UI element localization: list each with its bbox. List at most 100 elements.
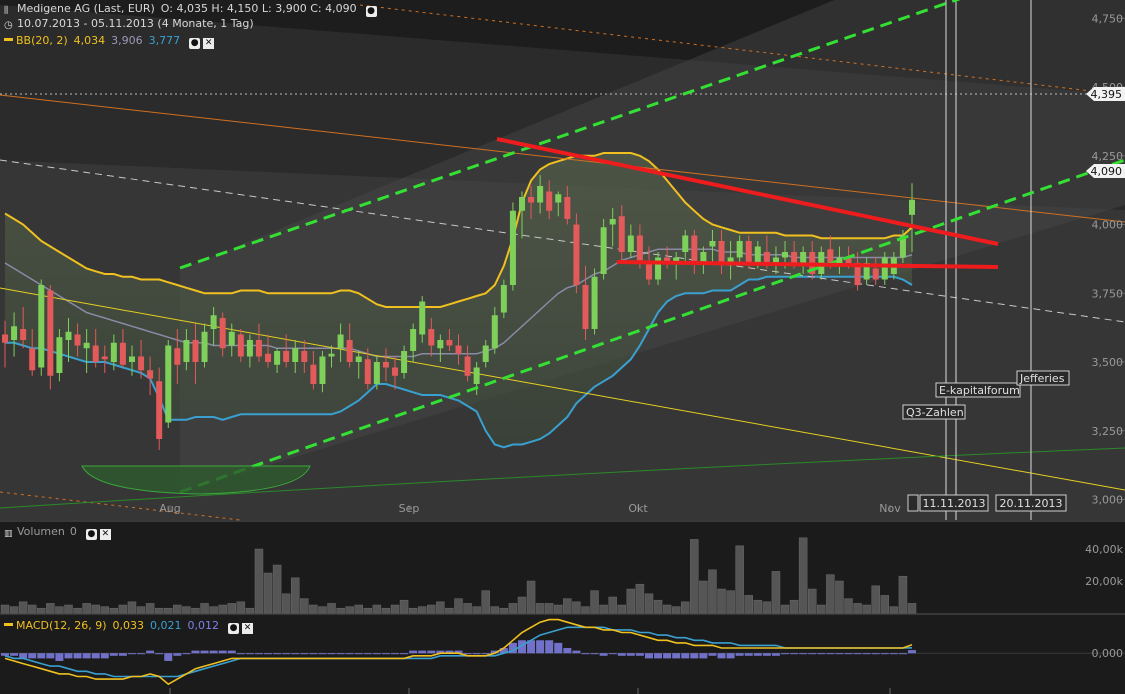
- macd-histogram-bar: [753, 653, 762, 656]
- candle-body: [636, 235, 643, 261]
- volume-bar: [762, 601, 772, 614]
- macd-histogram-bar: [427, 650, 436, 654]
- macd-histogram-bar: [726, 653, 735, 659]
- volume-close-icon[interactable]: ✕: [99, 529, 111, 540]
- candle-body: [618, 216, 625, 252]
- volume-bar: [572, 601, 581, 614]
- macd-settings-icon[interactable]: ●: [228, 623, 240, 634]
- volume-bar: [807, 588, 817, 614]
- macd-histogram-bar: [372, 653, 381, 655]
- candle-body: [382, 362, 389, 368]
- volume-bar: [245, 607, 255, 614]
- volume-bar: [118, 604, 128, 614]
- macd-histogram-bar: [309, 653, 318, 655]
- candle-body: [718, 241, 725, 263]
- bb-settings-icon[interactable]: ●: [189, 38, 201, 49]
- candle-body: [872, 268, 879, 280]
- volume-bar: [200, 603, 209, 614]
- volume-value: 0: [69, 525, 77, 538]
- candle-body: [346, 340, 353, 362]
- candle-body: [836, 257, 843, 263]
- volume-bar: [27, 604, 37, 614]
- volume-bar: [635, 583, 645, 614]
- macd-color-swatch: [4, 623, 13, 626]
- volume-bar: [699, 580, 708, 614]
- volume-bar: [64, 604, 73, 614]
- x-tick-label: Aug: [159, 502, 180, 515]
- candle-body: [11, 326, 18, 340]
- volume-bar: [626, 588, 636, 614]
- volume-bar: [771, 571, 781, 614]
- macd-histogram-bar: [245, 653, 254, 655]
- candle-body: [364, 359, 371, 384]
- macd-y-tick-label: 0,000: [1092, 647, 1124, 660]
- macd-histogram-bar: [182, 653, 191, 655]
- volume-bar: [427, 604, 436, 614]
- macd-histogram-bar: [880, 653, 889, 655]
- event-annotation-label: E-kapitalforum: [939, 384, 1020, 397]
- candle-body: [119, 342, 126, 365]
- candle-body: [74, 334, 81, 346]
- volume-bar: [490, 606, 500, 614]
- volume-settings-icon[interactable]: ●: [85, 529, 97, 540]
- candle-body: [101, 356, 108, 360]
- candle-body: [165, 345, 172, 423]
- volume-bar: [789, 599, 799, 614]
- bb-close-icon[interactable]: ✕: [203, 38, 215, 49]
- chart-canvas[interactable]: 4,7504,5004,2504,0003,7503,5003,2503,000…: [0, 0, 1125, 694]
- macd-histogram-bar: [790, 653, 799, 655]
- y-tick-label: 4,750: [1092, 12, 1124, 25]
- bb-legend: BB(20, 2) 4,034 3,906 3,777 ● ✕: [4, 34, 215, 49]
- macd-histogram-bar: [644, 653, 653, 659]
- macd-histogram-bar: [363, 653, 372, 655]
- macd-label: MACD(12, 26, 9): [16, 619, 107, 632]
- candle-body: [219, 318, 226, 349]
- macd-histogram-bar: [173, 653, 182, 656]
- candle-body: [473, 367, 480, 384]
- macd-histogram-bar: [762, 653, 771, 656]
- candle-body: [38, 285, 45, 368]
- macd-histogram-bar: [871, 653, 880, 655]
- candle-body: [237, 334, 244, 357]
- macd-histogram-bar: [889, 653, 898, 655]
- volume-bar: [744, 595, 753, 614]
- volume-bar: [454, 598, 463, 614]
- volume-bar: [753, 599, 763, 614]
- macd-histogram-bar: [717, 653, 726, 659]
- candle-body: [455, 345, 462, 354]
- volume-bar: [436, 601, 445, 614]
- macd-histogram-bar: [200, 650, 209, 654]
- macd-histogram-bar: [146, 650, 155, 654]
- chart-type-icon[interactable]: ⫼: [4, 6, 14, 16]
- macd-histogram-bar: [218, 650, 227, 654]
- last-price-marker: 4,090: [1091, 165, 1123, 178]
- volume-bar: [218, 604, 227, 614]
- volume-bar: [817, 604, 826, 614]
- candle-body: [446, 340, 453, 346]
- y-tick-label: 3,500: [1092, 356, 1124, 369]
- macd-histogram-bar: [699, 653, 708, 659]
- volume-bar: [798, 537, 808, 614]
- macd-close-icon[interactable]: ✕: [242, 623, 254, 634]
- volume-bar: [508, 603, 518, 614]
- candle-body: [582, 285, 589, 329]
- y-tick-label: 3,750: [1092, 287, 1124, 300]
- candle-body: [47, 290, 54, 376]
- bb-mid-value: 3,906: [111, 34, 143, 47]
- date-flag-label: 20.11.2013: [1000, 497, 1063, 510]
- volume-y-tick-label: 40,00k: [1085, 543, 1123, 556]
- candle-body: [464, 356, 471, 376]
- candle-body: [428, 329, 435, 346]
- instrument-name: Medigene AG (Last, EUR): [17, 2, 155, 15]
- macd-histogram-bar: [381, 653, 390, 655]
- candle-body: [782, 252, 789, 258]
- volume-bar: [526, 580, 536, 614]
- settings-circle-icon[interactable]: ●: [365, 6, 377, 17]
- candle-body: [827, 249, 834, 263]
- macd-hist-value: 0,012: [187, 619, 220, 632]
- volume-bar: [708, 569, 717, 614]
- candle-body: [183, 340, 190, 362]
- volume-bar: [82, 603, 91, 614]
- candle-body: [736, 241, 743, 258]
- macd-histogram-bar: [744, 653, 753, 656]
